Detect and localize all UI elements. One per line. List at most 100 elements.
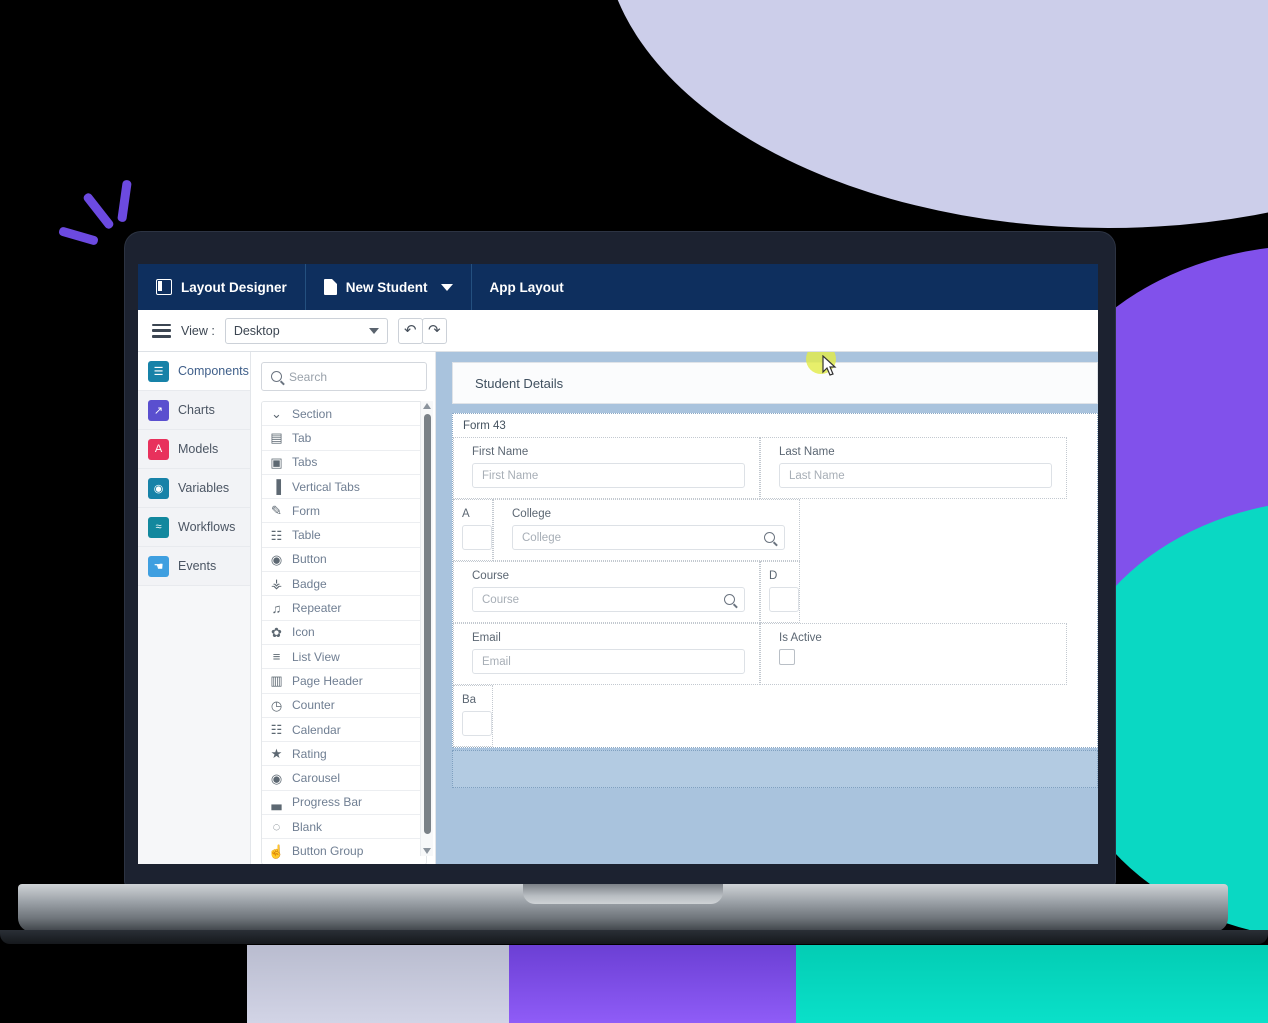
form-field-label: First Name bbox=[472, 446, 529, 458]
sidebar-item-workflows[interactable]: ≈ Workflows bbox=[138, 508, 250, 547]
button-circle-icon: ◉ bbox=[270, 551, 283, 567]
form-field-input[interactable] bbox=[769, 587, 799, 612]
form-field-ba[interactable]: Ba bbox=[453, 685, 493, 747]
component-item-tab[interactable]: ▤ Tab bbox=[262, 426, 426, 451]
sidebar-item-charts[interactable]: ↗ Charts bbox=[138, 391, 250, 430]
page-header-icon: ▥ bbox=[270, 673, 283, 689]
component-item-label: Repeater bbox=[292, 601, 342, 616]
component-item-section[interactable]: ⌄ Section bbox=[262, 402, 426, 427]
vertical-tabs-icon: ▐ bbox=[271, 479, 282, 495]
components-scrollbar[interactable] bbox=[420, 401, 433, 856]
components-list-icon: ☰ bbox=[148, 360, 169, 382]
footer-strip-teal bbox=[796, 945, 1268, 1023]
form-field-input[interactable]: Last Name bbox=[779, 463, 1052, 488]
component-item-icon[interactable]: ✿ Icon bbox=[262, 620, 426, 645]
component-item-table[interactable]: ☷ Table bbox=[262, 523, 426, 548]
form-field-label: Is Active bbox=[779, 632, 822, 644]
scroll-down-arrow-icon[interactable] bbox=[423, 848, 431, 854]
scroll-up-arrow-icon[interactable] bbox=[423, 403, 431, 409]
form-field-d[interactable]: D bbox=[760, 561, 800, 623]
list-view-icon: ≡ bbox=[272, 649, 281, 665]
component-item-label: Page Header bbox=[292, 673, 363, 688]
tab-app-layout[interactable]: App Layout bbox=[472, 264, 582, 310]
component-item-label: Badge bbox=[292, 576, 327, 591]
form-field-a[interactable]: A bbox=[453, 499, 493, 561]
component-item-counter[interactable]: ◷ Counter bbox=[262, 693, 426, 718]
component-item-button-group[interactable]: ☝ Button Group bbox=[262, 839, 426, 864]
component-item-repeater[interactable]: ♫ Repeater bbox=[262, 596, 426, 621]
toolbar: View : Desktop ↶ ↷ bbox=[138, 310, 1098, 352]
form-field-course[interactable]: Course Course bbox=[453, 561, 760, 623]
sidebar-item-models[interactable]: A Models bbox=[138, 430, 250, 469]
form-footer-band[interactable] bbox=[452, 750, 1098, 788]
form-field-placeholder: College bbox=[522, 531, 561, 544]
redo-button[interactable]: ↷ bbox=[421, 317, 447, 344]
page-title: Layout Designer bbox=[181, 279, 287, 295]
sidebar-item-label: Components bbox=[178, 364, 249, 378]
component-item-list-view[interactable]: ≡ List View bbox=[262, 644, 426, 670]
blank-dashed-icon: ◌ bbox=[272, 819, 281, 835]
section-title: Student Details bbox=[475, 375, 564, 391]
form-field-label: A bbox=[462, 508, 470, 520]
table-grid-icon: ☷ bbox=[270, 527, 283, 543]
component-item-button[interactable]: ◉ Button bbox=[262, 547, 426, 573]
caret-down-icon bbox=[368, 327, 379, 334]
component-item-label: Progress Bar bbox=[292, 795, 363, 810]
form-container[interactable]: Form 43 First Name First Name Last Name Las… bbox=[452, 413, 1098, 748]
component-item-form[interactable]: ✎ Form bbox=[262, 499, 426, 524]
models-icon: A bbox=[148, 438, 169, 460]
component-item-label: Rating bbox=[292, 746, 327, 761]
search-icon[interactable] bbox=[764, 532, 775, 543]
form-field-input[interactable]: Course bbox=[472, 587, 745, 612]
component-item-blank[interactable]: ◌ Blank bbox=[262, 815, 426, 840]
sidebar-item-variables[interactable]: ◉ Variables bbox=[138, 469, 250, 508]
sidebar-item-label: Events bbox=[178, 559, 217, 573]
form-field-input[interactable] bbox=[462, 711, 492, 736]
app-title-group: Layout Designer bbox=[138, 264, 305, 310]
form-field-input[interactable] bbox=[462, 525, 492, 550]
tab-icon: ▤ bbox=[270, 430, 283, 446]
component-item-page-header[interactable]: ▥ Page Header bbox=[262, 669, 426, 694]
form-field-input[interactable]: Email bbox=[472, 649, 745, 674]
sidebar-item-components[interactable]: ☰ Components bbox=[138, 352, 250, 391]
carousel-icon: ◉ bbox=[270, 770, 283, 786]
clock-icon: ◷ bbox=[270, 697, 283, 713]
component-item-progress-bar[interactable]: ▃ Progress Bar bbox=[262, 790, 426, 816]
view-select[interactable]: Desktop bbox=[224, 317, 388, 344]
component-item-label: Button bbox=[292, 552, 327, 567]
component-item-carousel[interactable]: ◉ Carousel bbox=[262, 766, 426, 791]
sidebar-item-label: Models bbox=[178, 442, 219, 456]
component-item-badge[interactable]: ⚶ Badge bbox=[262, 572, 426, 597]
form-fields-grid: First Name First Name Last Name Last Name A C… bbox=[453, 437, 1097, 747]
form-field-last-name[interactable]: Last Name Last Name bbox=[760, 437, 1067, 499]
form-field-checkbox[interactable] bbox=[779, 649, 795, 665]
screenshot-stage: Layout Designer New Student App Layout V… bbox=[0, 0, 1268, 1023]
form-field-label: D bbox=[769, 570, 778, 582]
layout-canvas[interactable]: Student Details Form 43 First Name First … bbox=[436, 352, 1098, 864]
form-field-first-name[interactable]: First Name First Name bbox=[453, 437, 760, 499]
undo-button[interactable]: ↶ bbox=[397, 317, 423, 344]
section-card[interactable]: Student Details bbox=[452, 362, 1098, 404]
component-item-label: Carousel bbox=[292, 771, 341, 786]
form-field-email[interactable]: Email Email bbox=[453, 623, 760, 685]
component-item-label: Blank bbox=[292, 819, 323, 834]
form-field-label: Ba bbox=[462, 694, 477, 706]
search-icon[interactable] bbox=[724, 594, 735, 605]
form-field-input[interactable]: First Name bbox=[472, 463, 745, 488]
hamburger-menu-icon[interactable] bbox=[152, 323, 171, 338]
form-field-label: College bbox=[512, 508, 551, 520]
layout-grid-icon bbox=[156, 279, 172, 295]
form-field-placeholder: First Name bbox=[482, 469, 539, 482]
tabs-icon: ▣ bbox=[270, 454, 283, 470]
component-item-calendar[interactable]: ☷ Calendar bbox=[262, 717, 426, 743]
scrollbar-thumb[interactable] bbox=[424, 414, 431, 834]
sidebar-item-events[interactable]: ☚ Events bbox=[138, 547, 250, 586]
form-field-is-active[interactable]: Is Active bbox=[760, 623, 1067, 685]
search-input[interactable]: Search bbox=[261, 362, 427, 391]
component-item-rating[interactable]: ★ Rating bbox=[262, 742, 426, 767]
component-item-tabs[interactable]: ▣ Tabs bbox=[262, 450, 426, 475]
form-field-college[interactable]: College College bbox=[493, 499, 800, 561]
form-field-input[interactable]: College bbox=[512, 525, 785, 550]
component-item-vertical-tabs[interactable]: ▐ Vertical Tabs bbox=[262, 474, 426, 500]
document-selector[interactable]: New Student bbox=[304, 264, 472, 310]
